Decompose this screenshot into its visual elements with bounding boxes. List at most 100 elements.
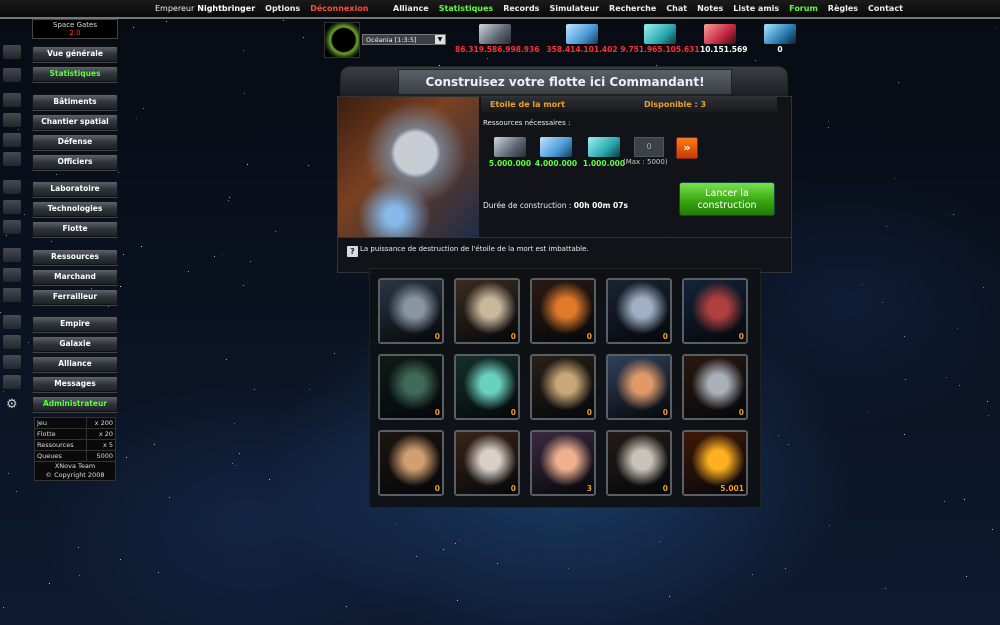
- menu-item-messages[interactable]: Messages: [32, 376, 118, 392]
- ship-slot[interactable]: 0: [454, 354, 520, 420]
- nav-link-notes[interactable]: Notes: [697, 4, 723, 13]
- nav-link-chat[interactable]: Chat: [666, 4, 687, 13]
- menu-item-statistiques[interactable]: Statistiques: [32, 66, 118, 82]
- menu-side-icon[interactable]: [3, 335, 21, 349]
- star: [16, 491, 17, 492]
- gear-icon[interactable]: ⚙: [6, 397, 18, 412]
- star: [886, 226, 887, 227]
- menu-side-icon[interactable]: [3, 288, 21, 302]
- ship-slot[interactable]: 0: [682, 354, 748, 420]
- stat-row: Flotte x 20: [34, 429, 116, 440]
- nav-link-alliance[interactable]: Alliance: [393, 4, 429, 13]
- planet-image[interactable]: [324, 22, 360, 58]
- help-icon[interactable]: ?: [347, 246, 358, 257]
- star: [987, 401, 988, 402]
- nav-link-recherche[interactable]: Recherche: [609, 4, 656, 13]
- menu-item-chantier-spatial[interactable]: Chantier spatial: [32, 114, 118, 130]
- menu-item-defense[interactable]: Défense: [32, 134, 118, 150]
- star: [8, 473, 9, 474]
- menu-item-ressources[interactable]: Ressources: [32, 249, 118, 265]
- nav-link-liste-amis[interactable]: Liste amis: [733, 4, 779, 13]
- menu-item-administrateur[interactable]: Administrateur: [32, 396, 118, 412]
- metal-icon: [494, 137, 526, 157]
- star: [51, 241, 52, 242]
- star: [108, 306, 109, 307]
- launch-construction-button[interactable]: Lancer la construction: [679, 182, 775, 216]
- launch-label-line1: Lancer la: [705, 188, 749, 199]
- nav-link-simulateur[interactable]: Simulateur: [549, 4, 599, 13]
- menu-item-marchand[interactable]: Marchand: [32, 269, 118, 285]
- ship-slot[interactable]: 0: [682, 278, 748, 344]
- window-border: [0, 17, 1000, 19]
- menu-side-icon[interactable]: [3, 315, 21, 329]
- ship-slot[interactable]: 0: [530, 354, 596, 420]
- menu-side-icon[interactable]: [3, 93, 21, 107]
- ship-slot[interactable]: 3: [530, 430, 596, 496]
- star: [828, 127, 829, 128]
- menu-side-icon[interactable]: [3, 152, 21, 166]
- star: [78, 547, 79, 548]
- menu-item-technologies[interactable]: Technologies: [32, 201, 118, 217]
- menu-item-laboratoire[interactable]: Laboratoire: [32, 181, 118, 197]
- planet-select[interactable]: Océania [1:3:5] ▼: [362, 34, 446, 45]
- ship-detail-panel: Etoile de la mort Disponible : 3 Ressour…: [337, 96, 792, 273]
- star: [143, 108, 144, 109]
- star: [752, 574, 753, 575]
- server-version: 2.0: [69, 29, 81, 37]
- menu-side-icon[interactable]: [3, 375, 21, 389]
- resource-value: 10.151.569: [700, 45, 748, 54]
- menu-item-batiments[interactable]: Bâtiments: [32, 94, 118, 110]
- top-link-options[interactable]: Options: [265, 4, 300, 13]
- ship-slot[interactable]: 0: [378, 430, 444, 496]
- ship-slot[interactable]: 5.001: [682, 430, 748, 496]
- menu-side-icon[interactable]: [3, 180, 21, 194]
- menu-side-icon[interactable]: [3, 133, 21, 147]
- top-link-d-connexion[interactable]: Déconnexion: [310, 4, 368, 13]
- ship-selection-grid: 0 0 0 0 0 0 0 0 0 0 0 0 3 0 5.001: [369, 268, 761, 508]
- menu-item-empire[interactable]: Empire: [32, 316, 118, 332]
- menu-side-icon[interactable]: [3, 113, 21, 127]
- ship-slot[interactable]: 0: [606, 354, 672, 420]
- menu-side-icon[interactable]: [3, 200, 21, 214]
- star: [56, 174, 57, 175]
- ship-slot[interactable]: 0: [378, 354, 444, 420]
- ship-thumbnail: [380, 280, 442, 342]
- menu-item-ferrailleur[interactable]: Ferrailleur: [32, 289, 118, 305]
- stat-row: Ressources x 5: [34, 440, 116, 451]
- resource-deuterium: 9.751.965.105.631: [620, 24, 700, 54]
- nav-link-statistiques[interactable]: Statistiques: [439, 4, 494, 13]
- menu-item-flotte[interactable]: Flotte: [32, 221, 118, 237]
- star: [346, 606, 347, 607]
- menu-side-icon[interactable]: [3, 248, 21, 262]
- ship-thumbnail: [380, 356, 442, 418]
- ship-slot[interactable]: 0: [454, 278, 520, 344]
- menu-side-icon[interactable]: [3, 45, 21, 59]
- max-quantity-button[interactable]: »: [676, 137, 698, 159]
- menu-side-icon[interactable]: [3, 355, 21, 369]
- menu-side-icon[interactable]: [3, 220, 21, 234]
- menu-item-officiers[interactable]: Officiers: [32, 154, 118, 170]
- star: [416, 556, 417, 557]
- star: [158, 572, 159, 573]
- menu-side-icon[interactable]: [3, 68, 21, 82]
- ship-slot[interactable]: 0: [606, 278, 672, 344]
- nav-link-forum[interactable]: Forum: [789, 4, 818, 13]
- top-navigation-bar: Empereur Nightbringer Options Déconnexion A…: [0, 0, 1000, 18]
- ship-count: 0: [434, 408, 440, 417]
- nav-link-r-gles[interactable]: Règles: [828, 4, 858, 13]
- star: [18, 129, 19, 130]
- menu-item-galaxie[interactable]: Galaxie: [32, 336, 118, 352]
- nav-link-contact[interactable]: Contact: [868, 4, 903, 13]
- nav-link-records[interactable]: Records: [503, 4, 539, 13]
- stat-value: 5000: [86, 451, 115, 461]
- ship-slot[interactable]: 0: [606, 430, 672, 496]
- menu-item-alliance[interactable]: Alliance: [32, 356, 118, 372]
- ship-slot[interactable]: 0: [454, 430, 520, 496]
- menu-side-icon[interactable]: [3, 268, 21, 282]
- menu-item-vue-generale[interactable]: Vue générale: [32, 46, 118, 62]
- quantity-input[interactable]: 0: [634, 137, 664, 157]
- ship-slot[interactable]: 0: [530, 278, 596, 344]
- resource-darkmatter: 0: [760, 24, 800, 54]
- ship-slot[interactable]: 0: [378, 278, 444, 344]
- ship-thumbnail: [608, 356, 670, 418]
